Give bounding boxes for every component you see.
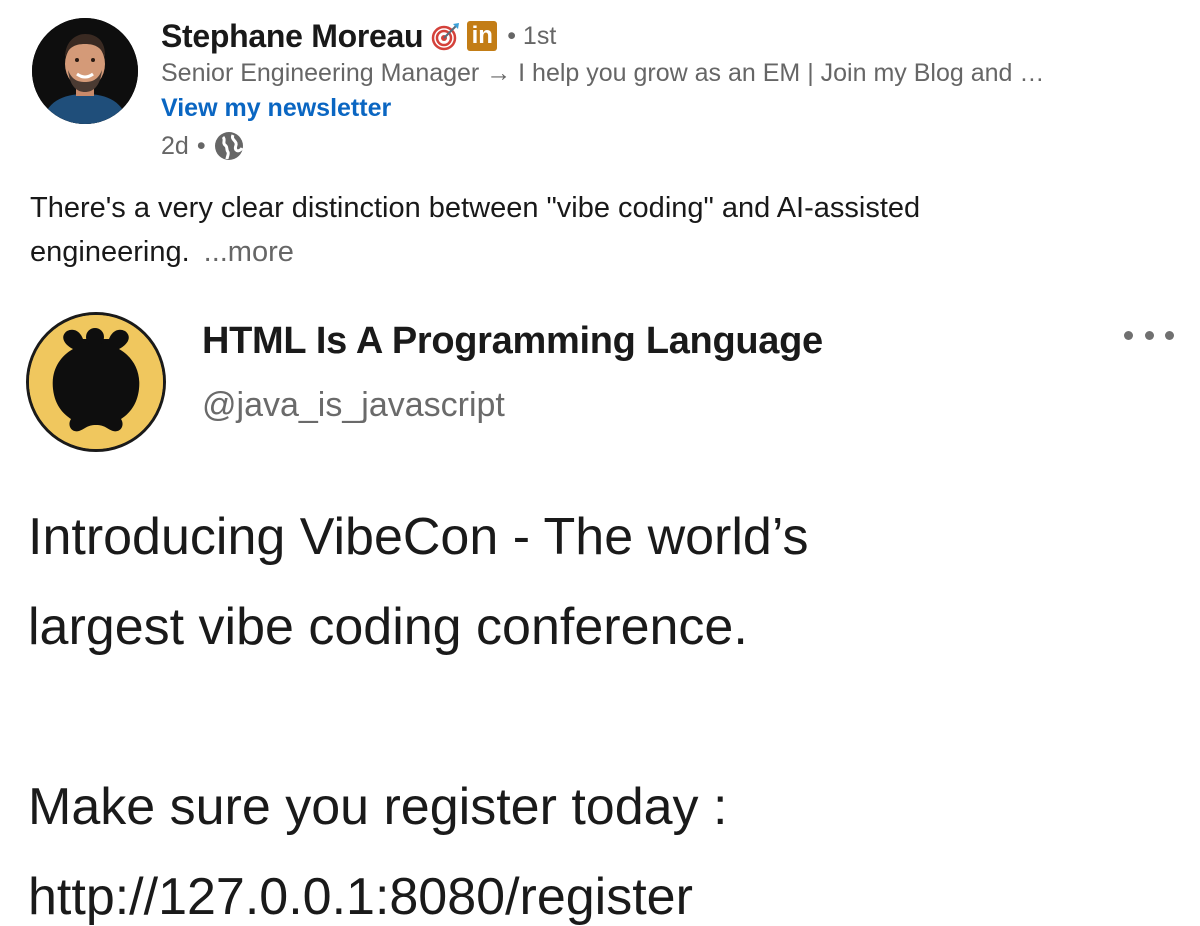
author-headline: Senior Engineering Manager → I help you … <box>161 59 1045 87</box>
see-more-button[interactable]: ...more <box>204 236 294 268</box>
linkedin-icon: in <box>467 21 498 51</box>
tweet-text-line: http://127.0.0.1:8080/register <box>28 868 693 926</box>
author-name[interactable]: Stephane Moreau <box>161 18 424 55</box>
connection-degree: • 1st <box>507 21 557 50</box>
post-header: Stephane Moreau in • 1st Senior Engineer… <box>32 16 1192 166</box>
tweet-text-line: Make sure you register today : <box>28 778 728 836</box>
more-horizontal-icon[interactable] <box>1124 320 1174 350</box>
post-time: 2d <box>161 131 189 160</box>
author-avatar[interactable] <box>32 18 138 124</box>
tweet-text-line: largest vibe coding conference. <box>28 598 748 656</box>
tweet-handle: @java_is_javascript <box>202 386 505 424</box>
post-text-line: engineering. <box>30 236 190 268</box>
post-text-line: There's a very clear distinction between… <box>30 192 921 224</box>
post-text-line-last: engineering. ...more <box>30 230 1150 274</box>
tweet-avatar <box>26 312 166 452</box>
tweet-display-name: HTML Is A Programming Language <box>202 320 823 362</box>
tweet-image[interactable]: HTML Is A Programming Language @java_is_… <box>0 296 1200 926</box>
author-info: Stephane Moreau in • 1st Senior Engineer… <box>161 16 1181 166</box>
post-meta: 2d • <box>161 126 1181 166</box>
author-name-row: Stephane Moreau in • 1st <box>161 16 1181 56</box>
target-icon <box>431 21 461 51</box>
view-newsletter-link[interactable]: View my newsletter <box>161 90 391 126</box>
tweet-text: Introducing VibeCon - The world’s larges… <box>28 492 1168 926</box>
dot <box>1165 330 1174 340</box>
dot <box>1144 330 1154 340</box>
post-text: There's a very clear distinction between… <box>30 186 1150 274</box>
globe-icon <box>214 131 244 161</box>
dot <box>1124 330 1133 340</box>
tweet-text-line: Introducing VibeCon - The world’s <box>28 508 809 566</box>
meta-separator: • <box>196 131 206 160</box>
tweet-text-blank-line <box>28 672 1168 762</box>
